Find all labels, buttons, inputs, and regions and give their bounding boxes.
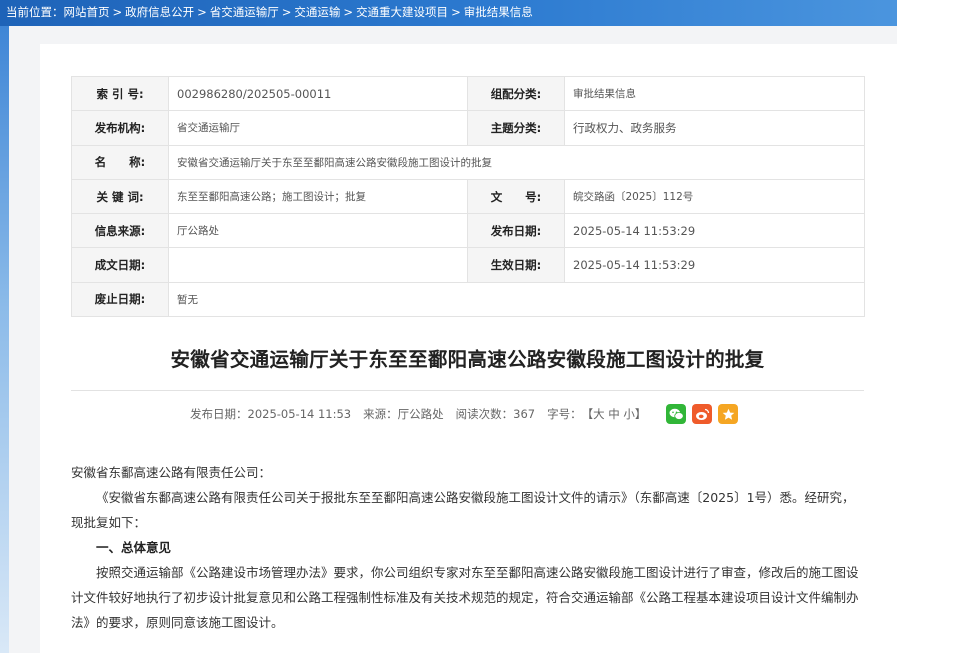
expiry-label: 废止日期: bbox=[71, 281, 169, 318]
font-size-bracket-close: 】 bbox=[634, 407, 647, 421]
topic-label: 主题分类: bbox=[467, 110, 565, 146]
created-value bbox=[168, 247, 468, 283]
article-title: 安徽省交通运输厅关于东至至鄱阳高速公路安徽段施工图设计的批复 bbox=[170, 348, 765, 371]
wechat-icon bbox=[669, 408, 684, 420]
weibo-icon bbox=[695, 408, 710, 420]
source-label: 信息来源: bbox=[71, 213, 169, 249]
effective-label: 生效日期: bbox=[467, 247, 565, 283]
font-size-large-button[interactable]: 大 bbox=[593, 406, 605, 422]
addressee: 安徽省东鄱高速公路有限责任公司： bbox=[71, 465, 272, 480]
pubdate-label: 发布日期: bbox=[467, 213, 565, 249]
breadcrumb-separator: > bbox=[281, 5, 292, 19]
breadcrumb-major-projects-link[interactable]: 交通重大建设项目 bbox=[356, 5, 448, 19]
effective-value: 2025-05-14 11:53:29 bbox=[564, 247, 865, 283]
meta-publish-date: 发布日期：2025-05-14 11:53 bbox=[190, 407, 352, 421]
table-row: 关 键 词: 东至至鄱阳高速公路；施工图设计；批复 文 号: 皖交路函〔2025… bbox=[71, 178, 865, 215]
docno-value: 皖交路函〔2025〕112号 bbox=[564, 178, 865, 215]
breadcrumb-prefix: 当前位置： bbox=[6, 5, 64, 19]
category-label: 组配分类: bbox=[467, 75, 565, 112]
table-row: 发布机构: 省交通运输厅 主题分类: 行政权力、政务服务 bbox=[71, 110, 865, 146]
add-favorite-button[interactable] bbox=[718, 404, 739, 424]
publisher-label: 发布机构: bbox=[71, 110, 169, 146]
topic-value: 行政权力、政务服务 bbox=[564, 110, 865, 146]
favorite-star-icon bbox=[722, 408, 735, 420]
table-row: 信息来源: 厅公路处 发布日期: 2025-05-14 11:53:29 bbox=[71, 213, 865, 249]
article-meta: 发布日期：2025-05-14 11:53 来源：厅公路处 阅读次数：367 字… bbox=[190, 403, 739, 425]
name-value: 安徽省交通运输厅关于东至至鄱阳高速公路安徽段施工图设计的批复 bbox=[168, 144, 865, 180]
article-body: 安徽省东鄱高速公路有限责任公司： 《安徽省东鄱高速公路有限责任公司关于报批东至至… bbox=[71, 460, 864, 635]
meta-read-count: 阅读次数：367 bbox=[455, 407, 536, 421]
docno-label: 文 号: bbox=[467, 178, 565, 215]
font-size-medium-button[interactable]: 中 bbox=[608, 406, 620, 422]
breadcrumb-separator: > bbox=[112, 5, 123, 19]
meta-source: 来源：厅公路处 bbox=[363, 407, 444, 421]
share-weibo-button[interactable] bbox=[692, 404, 713, 424]
keywords-value: 东至至鄱阳高速公路；施工图设计；批复 bbox=[168, 178, 468, 215]
paragraph-request: 《安徽省东鄱高速公路有限责任公司关于报批东至至鄱阳高速公路安徽段施工图设计文件的… bbox=[71, 490, 855, 530]
table-row: 索 引 号: 002986280/202505-00011 组配分类: 审批结果… bbox=[71, 75, 865, 112]
share-wechat-button[interactable] bbox=[666, 404, 687, 424]
breadcrumb-transport-dept-link[interactable]: 省交通运输厅 bbox=[210, 5, 279, 19]
publisher-value: 省交通运输厅 bbox=[168, 110, 468, 146]
index-label: 索 引 号: bbox=[71, 75, 169, 112]
keywords-label: 关 键 词: bbox=[71, 178, 169, 215]
font-size-bracket-open: 【 bbox=[581, 407, 594, 421]
breadcrumb-separator: > bbox=[197, 5, 207, 19]
breadcrumb-home-link[interactable]: 网站首页 bbox=[64, 5, 110, 19]
source-value: 厅公路处 bbox=[168, 213, 468, 249]
breadcrumb-transport-link[interactable]: 交通运输 bbox=[294, 5, 340, 19]
breadcrumb-separator: > bbox=[451, 5, 461, 19]
expiry-value: 暂无 bbox=[168, 281, 865, 318]
font-size-small-button[interactable]: 小 bbox=[623, 406, 635, 422]
breadcrumb: 当前位置：网站首页 > 政府信息公开 > 省交通运输厅 > 交通运输 > 交通重大建设项目 > 审批… bbox=[0, 0, 897, 26]
title-divider bbox=[71, 390, 864, 391]
created-label: 成文日期: bbox=[71, 247, 169, 283]
breadcrumb-separator: > bbox=[343, 5, 354, 19]
left-decorative-strip bbox=[0, 26, 9, 653]
paragraph-general-opinion: 按照交通运输部《公路建设市场管理办法》要求，你公司组织专家对东至至鄱阳高速公路安… bbox=[71, 565, 859, 630]
breadcrumb-gov-info-link[interactable]: 政府信息公开 bbox=[125, 5, 194, 19]
pubdate-value: 2025-05-14 11:53:29 bbox=[564, 213, 865, 249]
document-info-table: 索 引 号: 002986280/202505-00011 组配分类: 审批结果… bbox=[71, 75, 865, 318]
section-heading-general: 一、总体意见 bbox=[96, 540, 172, 555]
index-value: 002986280/202505-00011 bbox=[168, 75, 468, 112]
breadcrumb-approval-results-link[interactable]: 审批结果信息 bbox=[464, 5, 533, 19]
table-row: 废止日期: 暂无 bbox=[71, 281, 865, 318]
font-size-label: 字号： bbox=[547, 407, 582, 421]
category-value: 审批结果信息 bbox=[564, 75, 865, 112]
name-label: 名 称: bbox=[71, 144, 169, 180]
table-row: 成文日期: 生效日期: 2025-05-14 11:53:29 bbox=[71, 247, 865, 283]
table-row: 名 称: 安徽省交通运输厅关于东至至鄱阳高速公路安徽段施工图设计的批复 bbox=[71, 144, 865, 180]
